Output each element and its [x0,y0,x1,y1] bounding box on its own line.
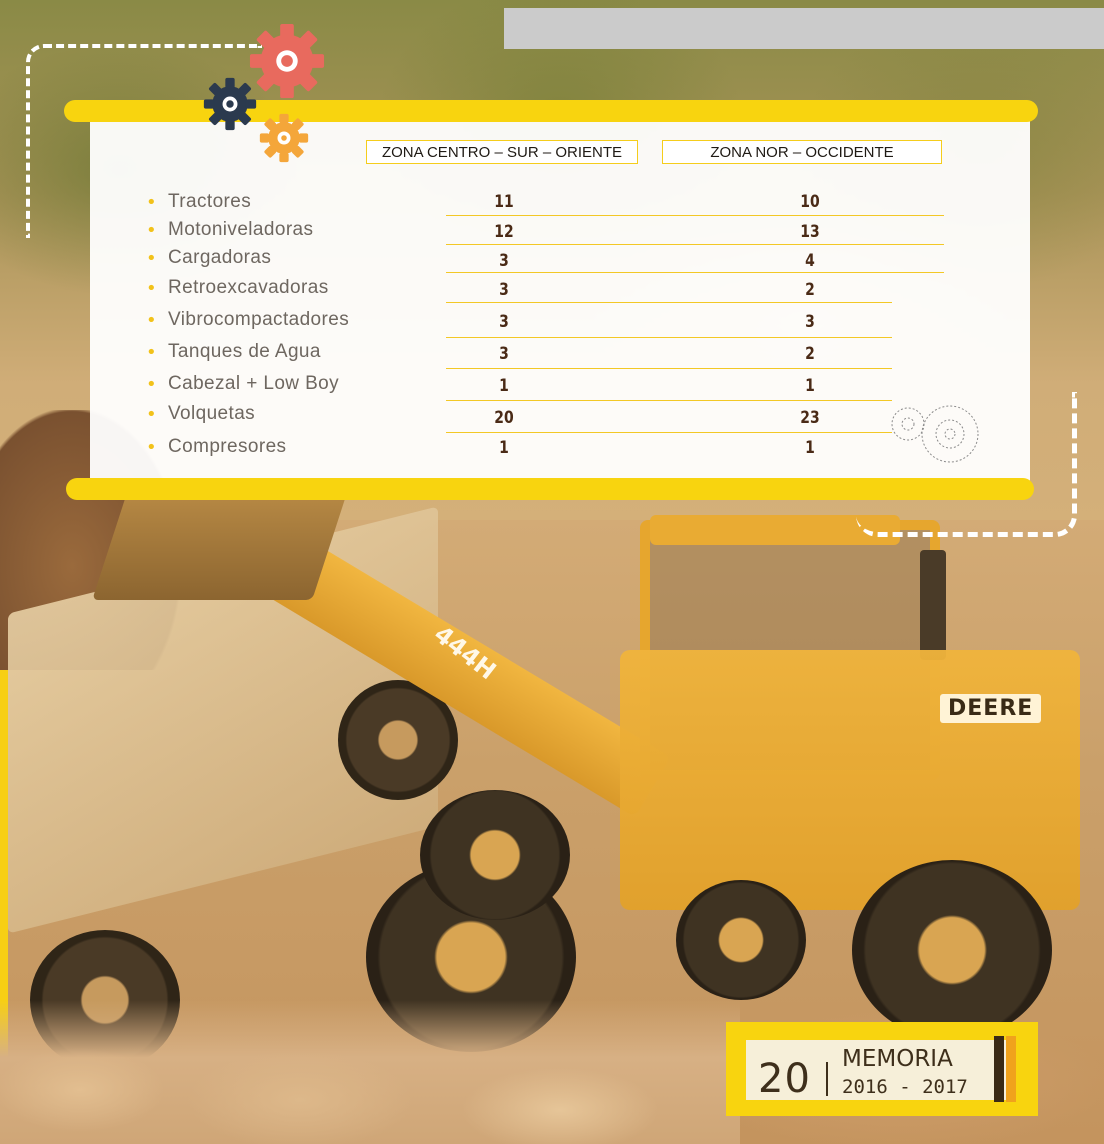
value-nor: 4 [805,251,815,271]
table-row: • Tanques de Agua [146,338,448,366]
table-row: • Cargadoras [146,244,448,272]
value-nor: 23 [800,408,820,428]
loader-wheel [676,880,806,1000]
page-badge-separator [826,1062,828,1096]
table-row: • Volquetas [146,400,448,428]
value-nor: 1 [805,376,815,396]
value-centro: 12 [494,222,514,242]
header-zona-nor: ZONA NOR – OCCIDENTE [662,140,942,164]
row-label: Motoniveladoras [168,219,314,240]
value-centro: 1 [499,438,509,458]
panel-bottom-bar [66,478,1034,500]
loader-bucket [92,490,348,600]
bullet-icon: • [146,277,157,299]
loader-wheel [852,860,1052,1040]
bullet-icon: • [146,309,157,331]
bullet-icon: • [146,373,157,395]
row-label: Retroexcavadoras [168,277,329,298]
row-label: Compresores [168,436,287,457]
value-centro: 3 [499,312,509,332]
gear-icon [249,23,325,99]
bullet-icon: • [146,247,157,269]
header-zona-centro: ZONA CENTRO – SUR – ORIENTE [366,140,638,164]
value-nor: 13 [800,222,820,242]
value-centro: 3 [499,251,509,271]
value-centro: 20 [494,408,514,428]
row-divider [446,302,892,303]
value-centro: 11 [494,192,514,212]
table-row: • Compresores [146,433,448,461]
value-nor: 1 [805,438,815,458]
bullet-icon: • [146,403,157,425]
top-gray-bar [504,8,1104,49]
value-nor: 10 [800,192,820,212]
outline-gears-icon [891,405,979,463]
table-row: • Cabezal + Low Boy [146,370,448,398]
rock-pile [0,1000,740,1144]
badge-stripe-dark [994,1036,1004,1102]
row-divider [446,400,892,401]
row-label: Vibrocompactadores [168,309,350,330]
row-label: Cargadoras [168,247,272,268]
bullet-icon: • [146,191,157,213]
value-nor: 3 [805,312,815,332]
table-row: • Vibrocompactadores [146,306,448,334]
gear-icon [259,113,309,163]
loader-brand-label: DEERE [940,694,1042,723]
row-divider [446,215,944,216]
bullet-icon: • [146,436,157,458]
row-divider [446,432,892,433]
loader-wheel [420,790,570,920]
row-label: Volquetas [168,403,256,424]
row-divider [446,368,892,369]
row-divider [446,337,892,338]
value-centro: 1 [499,376,509,396]
publication-years: 2016 - 2017 [842,1076,968,1098]
row-divider [446,272,944,273]
gear-icon [203,77,257,131]
badge-stripe-orange [1006,1036,1016,1102]
value-nor: 2 [805,280,815,300]
value-nor: 2 [805,344,815,364]
page-number: 20 [758,1056,811,1102]
table-row: • Tractores [146,188,448,216]
bullet-icon: • [146,219,157,241]
value-centro: 3 [499,344,509,364]
row-label: Tanques de Agua [168,341,321,362]
row-label: Tractores [168,191,252,212]
loader-exhaust [920,550,946,660]
row-label: Cabezal + Low Boy [168,373,340,394]
bullet-icon: • [146,341,157,363]
page-badge: 20 MEMORIA 2016 - 2017 [726,1022,1038,1116]
value-centro: 3 [499,280,509,300]
row-divider [446,244,944,245]
table-row: • Motoniveladoras [146,216,448,244]
table-row: • Retroexcavadoras [146,274,448,302]
publication-title: MEMORIA [842,1046,953,1072]
loader-body [620,650,1080,910]
